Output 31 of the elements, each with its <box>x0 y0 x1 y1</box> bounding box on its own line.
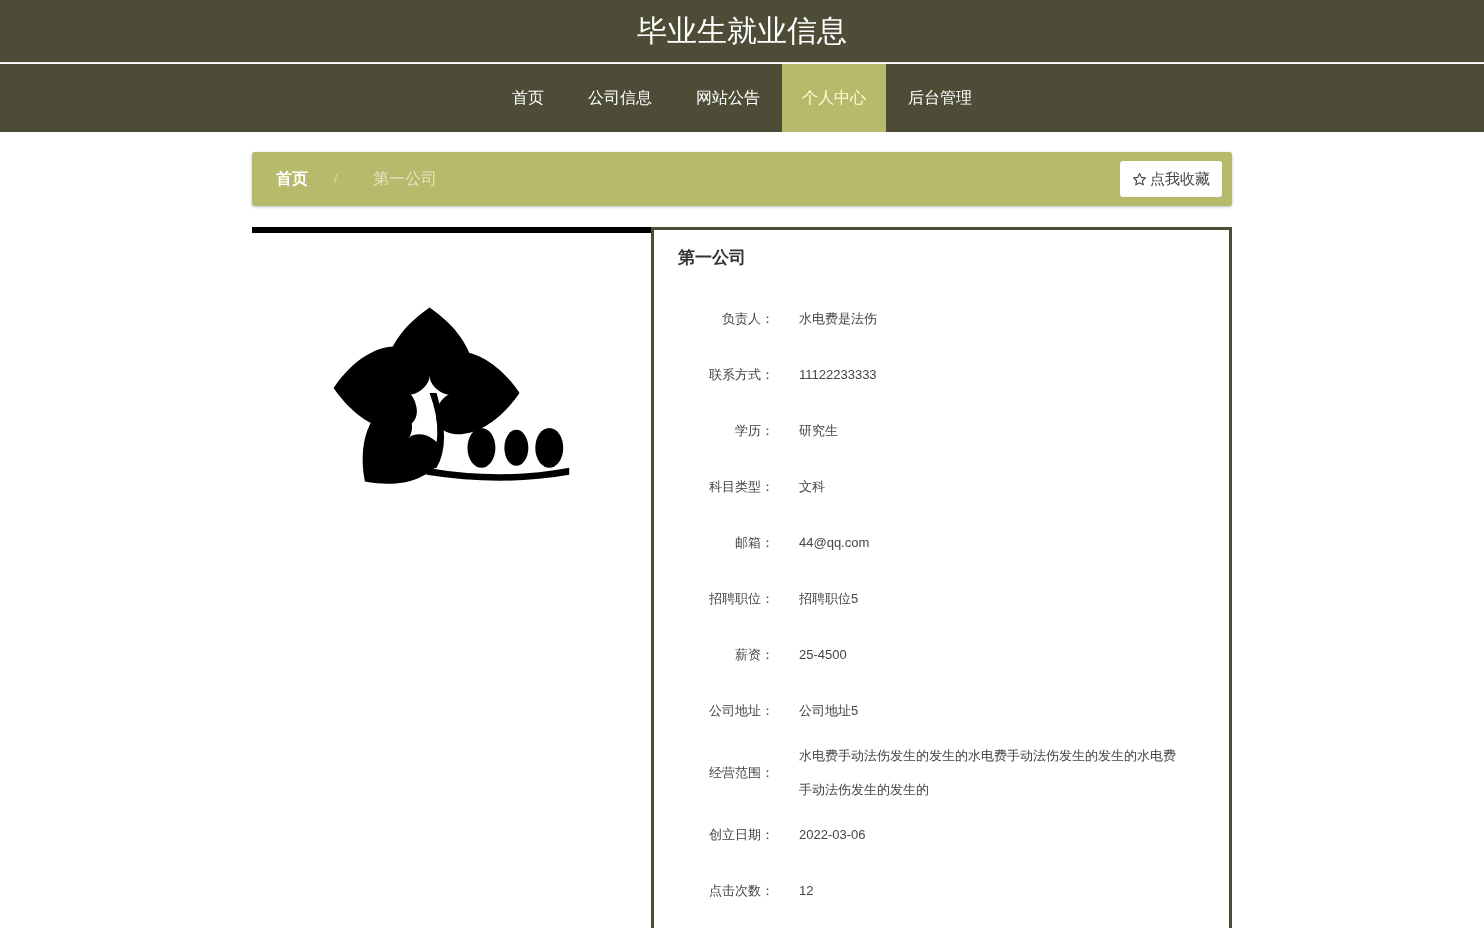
field-value: 44@qq.com <box>799 534 871 552</box>
nav-item[interactable]: 后台管理 <box>886 64 994 132</box>
field-value: 12 <box>799 882 815 900</box>
field-value: 公司地址5 <box>799 702 860 720</box>
field-label: 科目类型： <box>708 478 774 496</box>
field-label: 负责人： <box>721 310 774 328</box>
field-value: 研究生 <box>799 422 839 440</box>
favorite-button[interactable]: 点我收藏 <box>1120 161 1222 197</box>
field-value: 招聘职位5 <box>799 590 860 608</box>
field-label: 招聘职位： <box>708 590 774 608</box>
field-label: 学历： <box>734 422 774 440</box>
field-label: 邮箱： <box>734 534 774 552</box>
field-label: 薪资： <box>734 646 774 664</box>
field-value: 25-4500 <box>799 646 848 664</box>
field-label: 经营范围： <box>708 764 774 782</box>
field-value: 水电费手动法伤发生的发生的水电费手动法伤发生的发生的水电费手动法伤发生的发生的 <box>799 747 1177 799</box>
field-value: 文科 <box>799 478 826 496</box>
nav-item[interactable]: 网站公告 <box>674 64 782 132</box>
field-label: 点击次数： <box>708 882 774 900</box>
breadcrumb-separator: / <box>334 172 338 186</box>
field-value: 水电费是法伤 <box>799 310 878 328</box>
field-value: 2022-03-06 <box>799 826 867 844</box>
field-label: 创立日期： <box>708 826 774 844</box>
nav-item[interactable]: 首页 <box>490 64 566 132</box>
nav-item[interactable]: 公司信息 <box>566 64 674 132</box>
star-icon <box>1132 171 1147 187</box>
field-label: 公司地址： <box>708 702 774 720</box>
company-title: 第一公司 <box>678 247 747 269</box>
site-title: 毕业生就业信息 <box>637 12 847 49</box>
field-label: 联系方式： <box>708 366 774 384</box>
field-value: 11122233333 <box>799 366 878 384</box>
